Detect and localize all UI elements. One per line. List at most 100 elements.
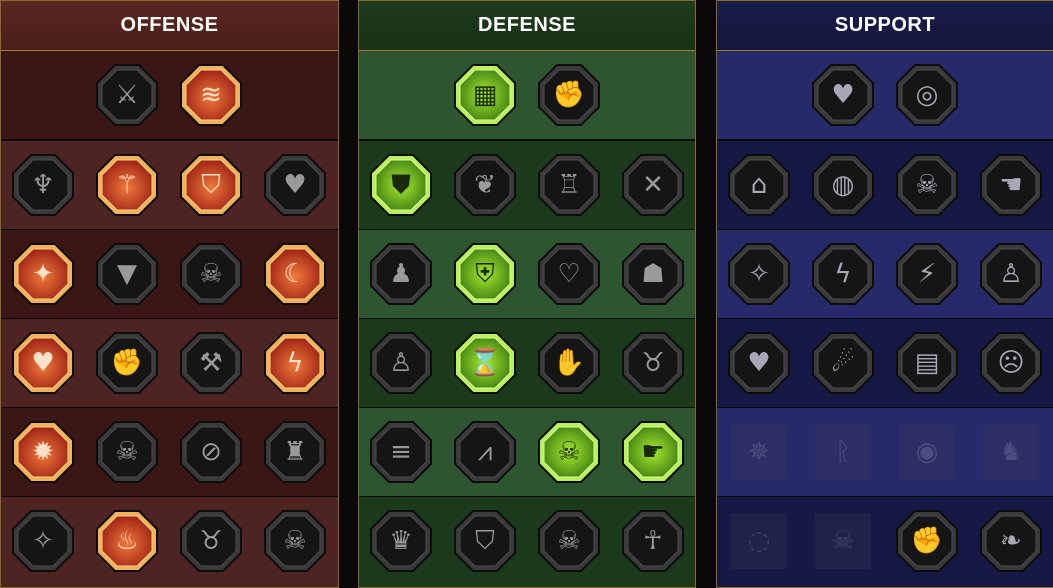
reaper-hand-icon[interactable]: ☾ [263, 242, 327, 306]
skull-helmet-icon[interactable]: ☠ [263, 509, 327, 573]
eagle-head-icon[interactable]: ❧ [979, 509, 1043, 573]
hourglass-radiant-icon[interactable]: ⌛ [453, 331, 517, 395]
shield-aura-icon-glyph: ◍ [831, 170, 855, 200]
broken-shield-icon[interactable]: ⛉ [179, 153, 243, 217]
all-seeing-eye-icon-glyph: ◉ [915, 437, 939, 467]
offense-tier-row: ♆ ⚚ ⛉ ♥ [1, 141, 338, 229]
offense-tier-row: ✦ ▼ ☠ ☾ [1, 230, 338, 318]
lightning-chain-icon[interactable]: ϟ [263, 331, 327, 395]
winged-shield-icon[interactable]: ⛉ [453, 509, 517, 573]
furious-face-icon[interactable]: ☹ [979, 331, 1043, 395]
bleeding-heart-sword-icon[interactable]: ♥ [11, 331, 75, 395]
hooded-figure-icon[interactable]: ☗ [621, 242, 685, 306]
berserker-icon[interactable]: ♛ [369, 509, 433, 573]
target-rays-icon[interactable]: ◎ [895, 63, 959, 127]
dash-figure-icon-glyph: ≡ [390, 437, 412, 467]
heart-plus-icon[interactable]: ♥ [811, 63, 875, 127]
support-tier-row: ♥ ☄ ▤ ☹ [717, 319, 1053, 407]
raised-fist-icon[interactable]: ✊ [537, 63, 601, 127]
chevron-shield-icon[interactable]: ⛊ [369, 153, 433, 217]
all-seeing-eye-icon[interactable]: ◉ [895, 420, 959, 484]
support-tier-row: ⌂ ◍ ☠ ☚ [717, 141, 1053, 229]
gauntlet-fist-icon[interactable]: ✊ [95, 331, 159, 395]
triple-claw-slash-icon[interactable]: ≋ [179, 63, 243, 127]
support-tier-row: ✵ ᚱ ◉ ♞ [717, 408, 1053, 496]
pierced-figure-icon[interactable]: ✦ [11, 242, 75, 306]
claw-marks-icon[interactable]: ⩘ [453, 420, 517, 484]
skull-crest-icon-glyph: ☠ [831, 526, 855, 556]
arrow-burst-icon[interactable]: ✹ [11, 420, 75, 484]
crossed-swords-icon[interactable]: ⚔ [95, 63, 159, 127]
triple-skull-icon-glyph: ☠ [115, 437, 139, 467]
open-book-icon[interactable]: ▤ [895, 331, 959, 395]
sword-slash-icon-glyph: ⚚ [115, 170, 139, 200]
fanged-maw-icon[interactable]: ▼ [95, 242, 159, 306]
support-tier-row: ✧ ϟ ⚡ ♙ [717, 230, 1053, 318]
flaming-skull-icon-glyph: ☠ [915, 170, 939, 200]
sword-circle-icon[interactable]: ⊘ [179, 420, 243, 484]
defense-tier-row: ♟ ⛨ ♡ ☗ [359, 230, 695, 318]
sparkling-sword-icon-glyph: ✧ [32, 526, 54, 556]
flaming-skull-icon[interactable]: ☠ [895, 153, 959, 217]
compass-star-icon-glyph: ✵ [748, 437, 770, 467]
crackle-icon[interactable]: ⚡ [895, 242, 959, 306]
battle-axe-icon[interactable]: ⚒ [179, 331, 243, 395]
swift-hand-icon[interactable]: ☚ [979, 153, 1043, 217]
monk-figure-icon[interactable]: ☥ [621, 509, 685, 573]
triple-skull-icon[interactable]: ☠ [95, 420, 159, 484]
offense-panel: OFFENSE ⚔ ≋ ♆ ⚚ ⛉ ♥ ✦ ▼ ☠ ☾ ♥ ✊ ⚒ ϟ ✹ ☠ ⊘ ♜ ✧ ♨ ♉ ☠ [0, 0, 339, 588]
skull-rider-icon[interactable]: ☠ [537, 509, 601, 573]
skull-heart-icon-glyph: ♡ [557, 259, 581, 289]
compass-star-icon[interactable]: ✵ [727, 420, 791, 484]
sparkle-figure-icon[interactable]: ✧ [727, 242, 791, 306]
enraged-warrior-icon[interactable]: ♜ [263, 420, 327, 484]
fist-burst-icon[interactable]: ✊ [895, 509, 959, 573]
open-palm-icon[interactable]: ✋ [537, 331, 601, 395]
sword-circle-icon-glyph: ⊘ [200, 437, 222, 467]
rune-blade-icon[interactable]: ᚱ [811, 420, 875, 484]
twin-figures-icon-glyph: ♙ [999, 259, 1023, 289]
offense-tier-row: ♥ ✊ ⚒ ϟ [1, 319, 338, 407]
skull-crest-icon[interactable]: ☠ [811, 509, 875, 573]
heart-organ-icon[interactable]: ❦ [453, 153, 517, 217]
sparkling-sword-icon[interactable]: ✧ [11, 509, 75, 573]
comet-icon[interactable]: ☄ [811, 331, 875, 395]
stone-golem-icon[interactable]: ♖ [537, 153, 601, 217]
enraged-warrior-icon-glyph: ♜ [283, 437, 307, 467]
heart-chain-icon[interactable]: ♥ [727, 331, 791, 395]
horned-beast-icon[interactable]: ♉ [179, 509, 243, 573]
group-silhouette-icon[interactable]: ♙ [369, 331, 433, 395]
crackle-icon-glyph: ⚡ [917, 259, 937, 289]
shield-aura-icon[interactable]: ◍ [811, 153, 875, 217]
scale-armor-icon[interactable]: ▦ [453, 63, 517, 127]
dodge-figure-icon[interactable]: ♟ [369, 242, 433, 306]
scale-armor-icon-glyph: ▦ [472, 80, 498, 110]
crossed-blades-icon[interactable]: ✕ [621, 153, 685, 217]
praying-hands-icon[interactable]: ⌂ [727, 153, 791, 217]
gauntlet-fist-icon-glyph: ✊ [110, 348, 144, 378]
radiant-skull-icon-glyph: ☠ [557, 437, 581, 467]
spiked-heart-icon[interactable]: ♥ [263, 153, 327, 217]
battle-axe-icon-glyph: ⚒ [199, 348, 223, 378]
open-palm-icon-glyph: ✋ [552, 348, 586, 378]
bull-head-icon[interactable]: ♉ [621, 331, 685, 395]
dash-figure-icon[interactable]: ≡ [369, 420, 433, 484]
skull-heart-icon[interactable]: ♡ [537, 242, 601, 306]
twin-figures-icon[interactable]: ♙ [979, 242, 1043, 306]
triple-claw-slash-icon-glyph: ≋ [200, 80, 222, 110]
lightning-chain-icon-glyph: ϟ [286, 348, 304, 378]
group-silhouette-icon-glyph: ♙ [389, 348, 413, 378]
spiral-orb-icon[interactable]: ◌ [727, 509, 791, 573]
offense-tier-row: ✧ ♨ ♉ ☠ [1, 497, 338, 587]
radiant-skull-icon[interactable]: ☠ [537, 420, 601, 484]
swift-hand-icon-glyph: ☚ [999, 170, 1023, 200]
horned-demon-icon[interactable]: ♆ [11, 153, 75, 217]
fighter-pose-icon[interactable]: ♞ [979, 420, 1043, 484]
flaming-helmet-icon[interactable]: ♨ [95, 509, 159, 573]
reaching-hand-icon[interactable]: ☛ [621, 420, 685, 484]
skull-wind-icon[interactable]: ☠ [179, 242, 243, 306]
support-tier-row: ◌ ☠ ✊ ❧ [717, 497, 1053, 587]
knight-shield-icon[interactable]: ⛨ [453, 242, 517, 306]
sword-slash-icon[interactable]: ⚚ [95, 153, 159, 217]
lightning-bolt-icon[interactable]: ϟ [811, 242, 875, 306]
